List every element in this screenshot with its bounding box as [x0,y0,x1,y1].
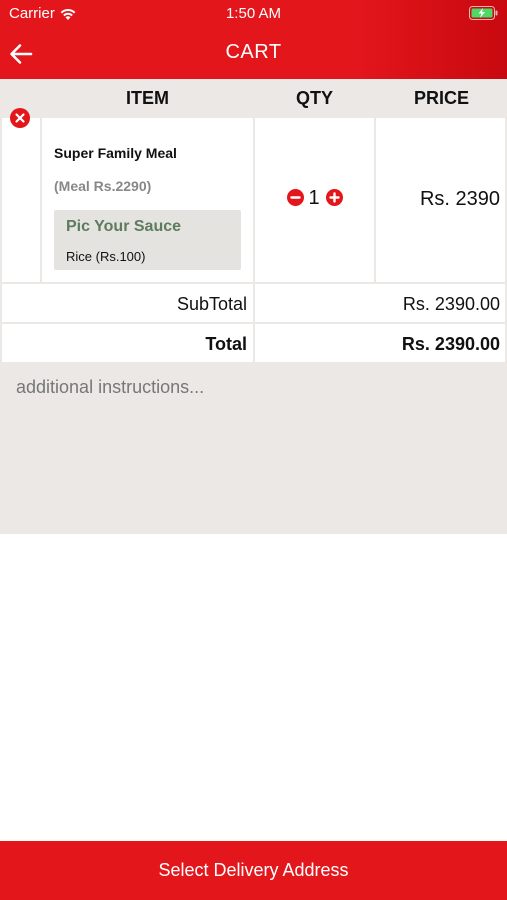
column-header-qty: QTY [295,88,333,108]
app-header: Carrier 1:50 AM CART [0,0,507,79]
addon-box: Pic Your Sauce Rice (Rs.100) [54,210,241,270]
item-name: Super Family Meal [54,145,177,161]
select-delivery-address-button[interactable]: Select Delivery Address [0,841,507,900]
nav-bar: CART [0,28,507,79]
qty-increase-button[interactable] [326,189,343,206]
item-meal-price: (Meal Rs.2290) [54,178,152,194]
qty-value: 1 [308,187,320,209]
status-bar: Carrier 1:50 AM [0,0,507,28]
instructions-input[interactable] [0,363,507,534]
subtotal-label: SubTotal [176,294,247,314]
status-time: 1:50 AM [225,5,282,22]
battery-charging-icon [469,6,498,20]
remove-cell [2,118,40,282]
close-icon [15,113,25,123]
total-value: Rs. 2390.00 [401,334,500,354]
item-price: Rs. 2390 [419,188,500,210]
minus-icon [290,196,301,199]
addon-option: Rice (Rs.100) [66,249,146,264]
total-label: Total [205,334,247,354]
column-header-item: ITEM [126,88,169,108]
subtotal-value: Rs. 2390.00 [402,294,500,314]
plus-icon [329,192,340,203]
page-title: CART [225,41,282,63]
addon-title: Pic Your Sauce [66,218,182,235]
remove-item-button[interactable] [10,108,30,128]
qty-decrease-button[interactable] [287,189,304,206]
column-header-price: PRICE [413,88,469,108]
